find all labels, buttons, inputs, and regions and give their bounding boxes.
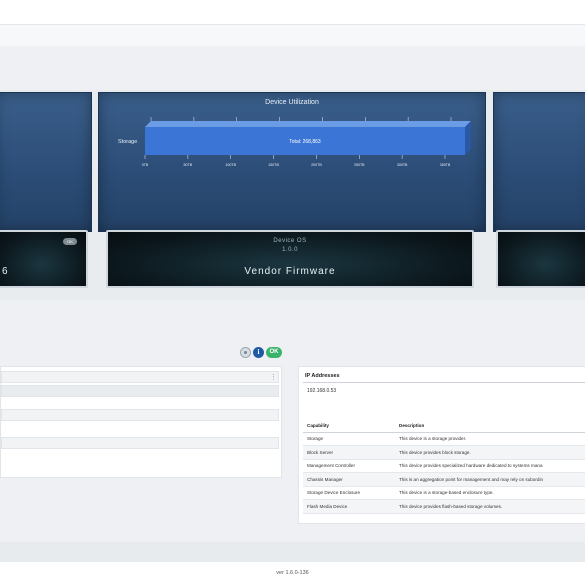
settings-icon[interactable] xyxy=(240,347,251,358)
capability-cell: Flash Media Device xyxy=(303,499,395,514)
description-cell: This device provides flash-based storage… xyxy=(395,499,585,514)
description-cell: This device is a storage-based enclosure… xyxy=(395,486,585,500)
capability-cell: Storage Device Enclosure xyxy=(303,486,395,500)
ip-divider xyxy=(303,382,585,383)
axis-tick-label: 150TB xyxy=(268,163,279,167)
utilization-chart: Storage Total: 268,863 0TB 50TB 100TB 150TB… xyxy=(118,117,471,167)
details-row[interactable]: ⋮ xyxy=(1,371,279,383)
description-cell: This device provides block storage. xyxy=(395,445,585,460)
axis-tick-label: 100TB xyxy=(225,163,236,167)
footer-strip xyxy=(0,542,585,562)
storage-total-label: Total: 268,863 xyxy=(289,139,321,145)
description-cell: This device provides specialized hardwar… xyxy=(395,459,585,473)
left-status-card[interactable]: OK 6 xyxy=(0,230,88,288)
table-row[interactable]: Storage Device Enclosure This device is … xyxy=(303,486,585,500)
table-header-row: Capability Description xyxy=(303,419,585,433)
left-summary-panel xyxy=(0,92,92,232)
table-row[interactable]: Block Server This device provides block … xyxy=(303,445,585,460)
capability-cell: Chassis Manager xyxy=(303,472,395,487)
table-row[interactable]: Flash Media Device This device provides … xyxy=(303,499,585,514)
device-utilization-panel: Device Utilization Storage Total: 268,86… xyxy=(98,92,486,232)
right-summary-panel xyxy=(493,92,585,232)
details-row[interactable] xyxy=(1,385,279,397)
description-cell: This device is a storage provider. xyxy=(395,432,585,446)
version-label: ver 1.6.0-136 xyxy=(276,570,309,576)
description-column-header[interactable]: Description xyxy=(395,419,585,433)
device-os-label: Device OS xyxy=(273,238,307,244)
kebab-menu-icon[interactable]: ⋮ xyxy=(270,374,277,384)
axis-tick-label: 300TB xyxy=(397,163,408,167)
description-cell: This is an aggregation point for managem… xyxy=(395,472,585,487)
ok-status-badge[interactable]: OK xyxy=(266,347,282,358)
capabilities-table: Capability Description Storage This devi… xyxy=(303,419,585,514)
details-row[interactable] xyxy=(1,437,279,449)
ip-addresses-header: IP Addresses xyxy=(305,373,340,379)
left-card-ok-badge: OK xyxy=(63,238,77,245)
device-os-version: 1.0.0 xyxy=(282,247,298,253)
info-icon[interactable]: i xyxy=(253,347,264,358)
capability-cell: Storage xyxy=(303,432,395,446)
left-card-value: 6 xyxy=(2,266,8,277)
capability-column-header[interactable]: Capability xyxy=(303,419,395,433)
bar-top-face xyxy=(145,121,471,127)
right-status-card[interactable] xyxy=(496,230,585,288)
axis-tick-label: 250TB xyxy=(354,163,365,167)
ip-address-value[interactable]: 192.168.0.53 xyxy=(307,388,336,394)
axis-tick-label: 50TB xyxy=(184,163,193,167)
capability-cell: Management Controller xyxy=(303,459,395,473)
capability-cell: Block Server xyxy=(303,445,395,460)
axis-tick-label: 200TB xyxy=(311,163,322,167)
device-os-card[interactable]: Device OS 1.0.0 Vendor Firmware xyxy=(106,230,474,288)
storage-row-label: Storage xyxy=(118,139,137,145)
axis-tick-label: 0TB xyxy=(142,163,149,167)
device-info-panel: IP Addresses 192.168.0.53 Capability Des… xyxy=(298,366,585,524)
top-toolbar-strip xyxy=(0,24,585,46)
table-row[interactable]: Chassis Manager This is an aggregation p… xyxy=(303,472,585,487)
details-row[interactable] xyxy=(1,409,279,421)
device-os-name: Vendor Firmware xyxy=(244,266,336,277)
table-row[interactable]: Storage This device is a storage provide… xyxy=(303,432,585,446)
details-panel: ⋮ xyxy=(0,366,282,478)
axis-tick-label: 350TB xyxy=(440,163,451,167)
table-row[interactable]: Management Controller This device provid… xyxy=(303,459,585,473)
